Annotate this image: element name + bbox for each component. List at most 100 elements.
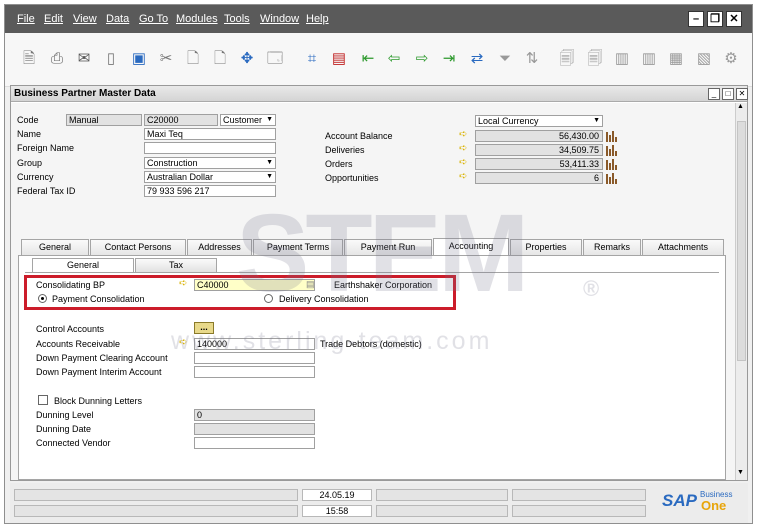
bar-chart-icon[interactable] — [605, 172, 617, 184]
sms-icon[interactable]: ▯ — [101, 49, 121, 69]
window-close-icon[interactable]: ✕ — [736, 88, 748, 100]
connected-vendor-field[interactable] — [194, 437, 315, 449]
code-field[interactable]: C20000 — [144, 114, 218, 126]
dunning-level-field: 0 — [194, 409, 315, 421]
window-title: Business Partner Master Data — [14, 88, 156, 99]
menu-goto[interactable]: Go To — [139, 13, 168, 25]
export-pdf-icon[interactable]: 🗋 — [210, 49, 230, 69]
subtab-general[interactable]: General — [32, 258, 134, 272]
fax-icon[interactable]: ▣ — [129, 49, 149, 69]
bp-type-select[interactable]: Customer — [220, 114, 276, 126]
transaction-journal-icon[interactable]: ▦ — [666, 49, 686, 69]
print-preview-icon[interactable]: 🗎 — [19, 49, 39, 69]
scroll-down-icon[interactable]: ▼ — [737, 469, 744, 476]
window-maximize-icon[interactable]: □ — [722, 88, 734, 100]
group-select[interactable]: Construction — [144, 157, 276, 169]
payment-means-icon[interactable]: ▥ — [639, 49, 659, 69]
federal-tax-label: Federal Tax ID — [17, 186, 76, 196]
window-title-bar[interactable]: Business Partner Master Data _ □ ✕ — [11, 86, 748, 102]
status-field-5 — [512, 489, 646, 501]
watermark-logo: STEM — [236, 192, 530, 315]
export-excel-icon[interactable]: ✂ — [156, 49, 176, 69]
find-icon[interactable]: ⌗ — [302, 49, 322, 69]
gross-profit-icon[interactable]: ▥ — [612, 49, 632, 69]
block-dunning-checkbox[interactable] — [38, 395, 48, 405]
link-arrow-icon[interactable]: ➪ — [459, 144, 471, 154]
launch-app-icon[interactable]: ✥ — [237, 49, 257, 69]
link-arrow-icon[interactable]: ➪ — [459, 130, 471, 140]
name-field[interactable]: Maxi Teq — [144, 128, 276, 140]
status-message-field — [14, 489, 298, 501]
menu-modules[interactable]: Modules — [176, 13, 218, 25]
tab-contact-persons[interactable]: Contact Persons — [90, 239, 186, 255]
code-label: Code — [17, 115, 39, 125]
print-icon[interactable]: ⎙ — [47, 49, 67, 69]
name-label: Name — [17, 129, 42, 139]
vertical-scrollbar[interactable]: ▲ ▼ — [735, 103, 747, 480]
menu-edit[interactable]: Edit — [44, 13, 63, 25]
next-record-icon[interactable]: ⇨ — [412, 49, 432, 69]
opportunities-label: Opportunities — [325, 173, 379, 183]
status-bar: 24.05.19 15:58 SAP Business One — [10, 483, 748, 523]
dunning-date-label: Dunning Date — [36, 424, 92, 434]
dunning-date-field — [194, 423, 315, 435]
tab-general[interactable]: General — [21, 239, 89, 255]
bar-chart-icon[interactable] — [605, 130, 617, 142]
deliveries-field: 34,509.75 — [475, 144, 603, 156]
link-arrow-icon[interactable]: ➪ — [459, 158, 471, 168]
layout-icon[interactable]: ⚙ — [721, 49, 741, 69]
menu-data[interactable]: Data — [106, 13, 129, 25]
minimize-icon[interactable]: – — [688, 11, 704, 27]
toolbar: 🗎 ⎙ ✉ ▯ ▣ ✂ 🗋 🗋 ✥ 🗔 ⌗ ▤ ⇤ ⇦ ⇨ ⇥ ⇄ ⏷ ⇅ 🗐 … — [5, 33, 752, 87]
base-document-icon[interactable]: 🗐 — [557, 49, 577, 69]
tab-remarks[interactable]: Remarks — [583, 239, 641, 255]
email-icon[interactable]: ✉ — [74, 49, 94, 69]
add-icon[interactable]: ▤ — [329, 49, 349, 69]
lock-screen-icon[interactable]: 🗔 — [265, 49, 285, 69]
bar-chart-icon[interactable] — [605, 158, 617, 170]
scroll-up-icon[interactable]: ▲ — [737, 103, 744, 110]
menu-window[interactable]: Window — [260, 13, 299, 25]
link-arrow-icon[interactable]: ➪ — [459, 172, 471, 182]
account-balance-label: Account Balance — [325, 131, 393, 141]
menu-file[interactable]: File — [17, 13, 35, 25]
last-record-icon[interactable]: ⇥ — [439, 49, 459, 69]
control-accounts-label: Control Accounts — [36, 324, 105, 334]
block-dunning-label[interactable]: Block Dunning Letters — [54, 396, 142, 406]
menu-view[interactable]: View — [73, 13, 97, 25]
previous-record-icon[interactable]: ⇦ — [384, 49, 404, 69]
menu-tools[interactable]: Tools — [224, 13, 250, 25]
target-document-icon[interactable]: 🗐 — [585, 49, 605, 69]
scroll-thumb[interactable] — [737, 121, 746, 361]
window-minimize-icon[interactable]: _ — [708, 88, 720, 100]
foreign-name-label: Foreign Name — [17, 143, 75, 153]
dp-clearing-label: Down Payment Clearing Account — [36, 353, 168, 363]
bar-chart-icon[interactable] — [605, 144, 617, 156]
status-message-field-2 — [14, 505, 298, 517]
refresh-icon[interactable]: ⇄ — [467, 49, 487, 69]
currency-select[interactable]: Australian Dollar — [144, 171, 276, 183]
export-word-icon[interactable]: 🗋 — [183, 49, 203, 69]
orders-label: Orders — [325, 159, 353, 169]
dp-interim-label: Down Payment Interim Account — [36, 367, 162, 377]
tab-attachments[interactable]: Attachments — [642, 239, 724, 255]
dp-interim-field[interactable] — [194, 366, 315, 378]
filter-icon[interactable]: ⏷ — [495, 49, 515, 69]
sort-icon[interactable]: ⇅ — [522, 49, 542, 69]
currency-label: Currency — [17, 172, 54, 182]
settings-icon[interactable]: ▧ — [694, 49, 714, 69]
currency-view-select[interactable]: Local Currency — [475, 115, 603, 127]
form-content: Code Manual C20000 Customer Name Maxi Te… — [11, 103, 735, 480]
account-balance-field: 56,430.00 — [475, 130, 603, 142]
subtab-tax[interactable]: Tax — [135, 258, 217, 272]
restore-icon[interactable]: ❐ — [707, 11, 723, 27]
orders-field: 53,411.33 — [475, 158, 603, 170]
foreign-name-field[interactable] — [144, 142, 276, 154]
menu-help[interactable]: Help — [306, 13, 329, 25]
deliveries-label: Deliveries — [325, 145, 365, 155]
first-record-icon[interactable]: ⇤ — [358, 49, 378, 69]
app-frame: File Edit View Data Go To Modules Tools … — [4, 4, 753, 524]
close-icon[interactable]: ✕ — [726, 11, 742, 27]
code-series-field[interactable]: Manual — [66, 114, 142, 126]
menu-bar: File Edit View Data Go To Modules Tools … — [5, 5, 752, 33]
